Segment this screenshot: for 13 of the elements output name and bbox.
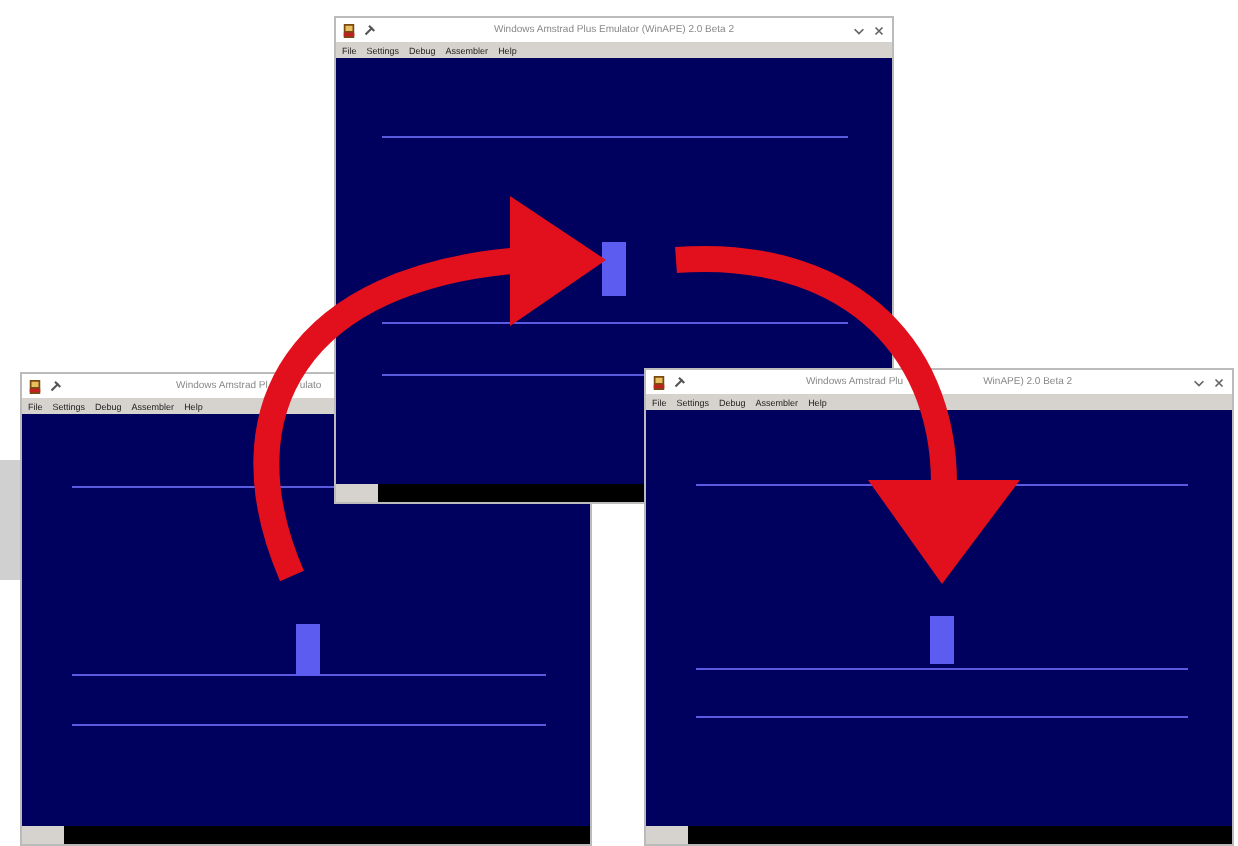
status-panel <box>336 484 378 502</box>
paddle <box>930 616 954 664</box>
paddle <box>296 624 320 676</box>
status-panel <box>646 826 688 844</box>
app-icon <box>342 23 356 37</box>
app-icon <box>652 375 666 389</box>
chevron-down-icon[interactable] <box>852 23 866 37</box>
app-icon <box>28 379 42 393</box>
status-panel <box>22 826 64 844</box>
chevron-down-icon[interactable] <box>1192 375 1206 389</box>
paddle <box>602 242 626 296</box>
close-icon[interactable] <box>1212 375 1226 389</box>
close-icon[interactable] <box>872 23 886 37</box>
